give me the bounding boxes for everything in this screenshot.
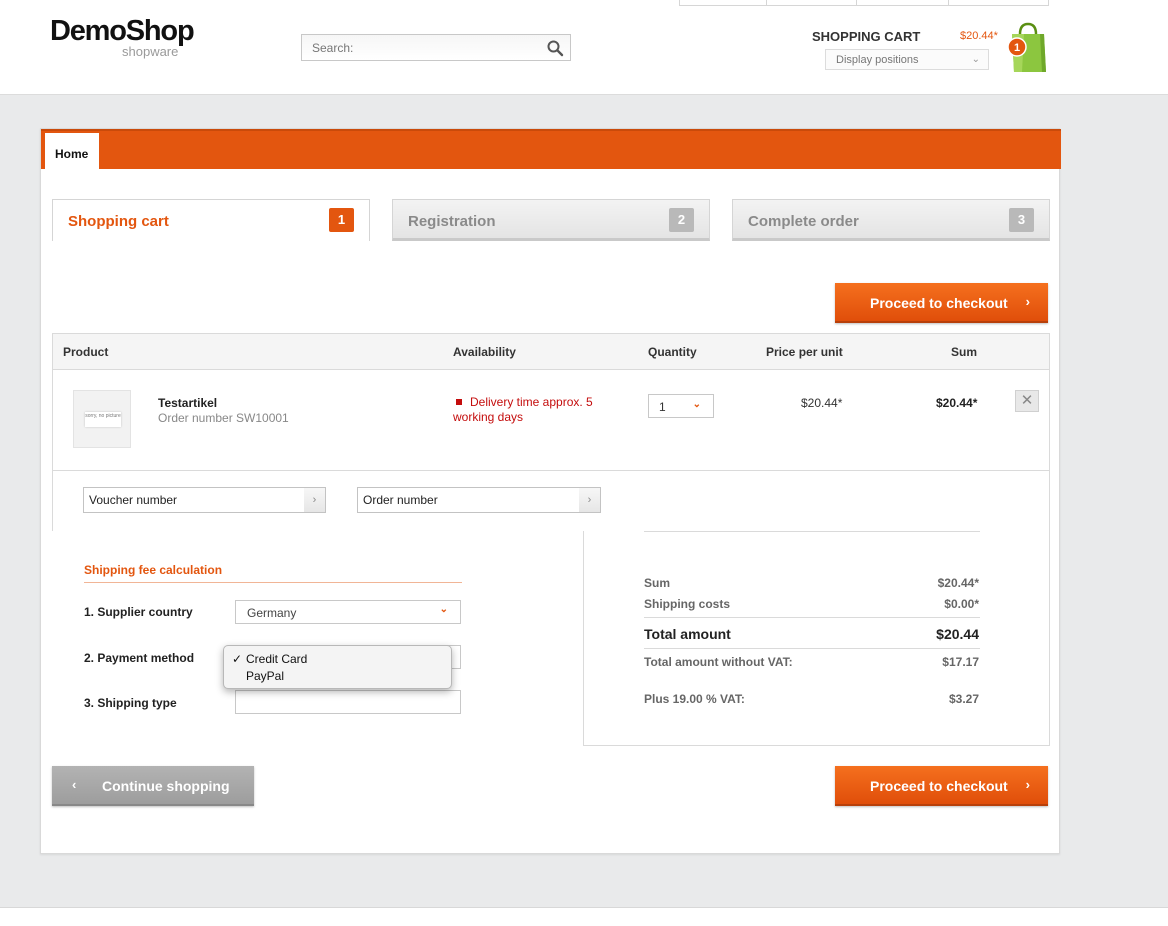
sum-value: $20.44* <box>937 576 979 590</box>
table-header: Product Availability Quantity Price per … <box>53 334 1049 370</box>
shipping-title: Shipping fee calculation <box>84 563 462 583</box>
step-label: Complete order <box>748 213 859 230</box>
payment-option-paypal[interactable]: PayPal <box>246 669 284 683</box>
divider <box>644 617 980 618</box>
no-picture-label: sorry, no picture <box>85 412 121 427</box>
logo-text: DemoShop <box>50 15 195 47</box>
supplier-country-select[interactable]: Germany ⌄ <box>235 600 461 624</box>
total-amount-value: $20.44 <box>936 626 979 642</box>
search-input[interactable] <box>302 35 532 60</box>
unit-price: $20.44* <box>801 396 843 410</box>
checkout-panel: Home Shopping cart 1 Registration 2 Comp… <box>40 128 1061 854</box>
divider <box>644 648 980 649</box>
availability-text: Delivery time approx. 5 working days <box>453 395 593 424</box>
nav-home[interactable]: Home <box>45 133 99 171</box>
payment-option-credit-card[interactable]: Credit Card <box>246 652 307 666</box>
proceed-to-checkout-button[interactable]: Proceed to checkout › <box>835 283 1048 323</box>
button-label: Continue shopping <box>102 778 230 794</box>
availability-status: Delivery time approx. 5 working days <box>453 395 623 425</box>
step-shopping-cart[interactable]: Shopping cart 1 <box>52 199 370 241</box>
step-number: 2 <box>669 208 694 232</box>
column-header-price: Price per unit <box>766 345 843 359</box>
proceed-to-checkout-button-bottom[interactable]: Proceed to checkout › <box>835 766 1048 806</box>
cart-amount: $20.44* <box>960 30 998 42</box>
status-square-icon <box>456 399 462 406</box>
chevron-left-icon: ‹ <box>72 777 77 792</box>
total-without-vat-label: Total amount without VAT: <box>644 655 793 669</box>
chevron-right-icon: › <box>1025 777 1030 792</box>
total-without-vat-value: $17.17 <box>942 655 979 669</box>
cart-table: Product Availability Quantity Price per … <box>52 333 1050 531</box>
button-label: Proceed to checkout <box>870 295 1008 311</box>
shipping-calculation: Shipping fee calculation 1. Supplier cou… <box>52 531 584 746</box>
voucher-input[interactable] <box>84 488 305 512</box>
voucher-field: › <box>83 487 326 513</box>
main-navigation: Home <box>41 129 1061 171</box>
total-amount-label: Total amount <box>644 626 731 642</box>
display-positions-dropdown[interactable]: Display positions ⌄ <box>825 49 989 70</box>
step-complete-order[interactable]: Complete order 3 <box>732 199 1050 241</box>
payment-method-label: 2. Payment method <box>84 651 195 665</box>
step-label: Shopping cart <box>68 213 169 230</box>
chevron-down-icon: ⌄ <box>971 54 980 65</box>
chevron-right-icon: › <box>1025 294 1030 309</box>
button-label: Proceed to checkout <box>870 778 1008 794</box>
footer-divider <box>0 907 1168 908</box>
order-number-field: › <box>357 487 601 513</box>
quantity-select[interactable]: 1 ⌄ <box>648 394 714 418</box>
column-header-availability: Availability <box>453 345 516 359</box>
top-service-bar <box>679 0 1049 6</box>
order-number-submit-button[interactable]: › <box>579 488 600 512</box>
search-icon[interactable] <box>546 39 564 57</box>
column-header-product: Product <box>63 345 109 359</box>
remove-item-button[interactable]: ✕ <box>1015 390 1039 412</box>
cart-count-badge: 1 <box>1014 42 1020 54</box>
quantity-value: 1 <box>659 400 666 414</box>
divider <box>644 531 980 532</box>
display-positions-label: Display positions <box>836 54 919 66</box>
continue-shopping-button[interactable]: ‹ Continue shopping <box>52 766 254 806</box>
logo-subtext: shopware <box>122 44 179 59</box>
order-totals: Sum $20.44* Shipping costs $0.00* Total … <box>583 531 1050 746</box>
shopping-bag-icon[interactable]: 1 <box>1004 20 1048 76</box>
step-label: Registration <box>408 213 496 230</box>
table-row: sorry, no picture Testartikel Order numb… <box>53 370 1049 471</box>
close-icon: ✕ <box>1020 392 1034 409</box>
chevron-down-icon: ⌄ <box>692 399 701 410</box>
product-order-number: Order number SW10001 <box>158 411 289 425</box>
product-image[interactable]: sorry, no picture <box>73 390 131 448</box>
product-name[interactable]: Testartikel <box>158 396 217 410</box>
cart-title[interactable]: SHOPPING CART <box>812 29 920 44</box>
logo[interactable]: DemoShop shopware <box>50 14 195 59</box>
order-number-input[interactable] <box>358 488 580 512</box>
search-box <box>301 34 571 61</box>
voucher-submit-button[interactable]: › <box>304 488 325 512</box>
vat-label: Plus 19.00 % VAT: <box>644 692 745 706</box>
shipping-costs-value: $0.00* <box>944 597 979 611</box>
step-number: 3 <box>1009 208 1034 232</box>
sum-label: Sum <box>644 576 671 590</box>
site-header: DemoShop shopware SHOPPING CART $20.44* … <box>0 0 1168 95</box>
shipping-type-label: 3. Shipping type <box>84 696 177 710</box>
payment-method-dropdown: ✓ Credit Card PayPal <box>223 645 452 689</box>
step-number: 1 <box>329 208 354 232</box>
shipping-type-select[interactable] <box>235 690 461 714</box>
row-sum: $20.44* <box>936 396 978 410</box>
chevron-down-icon: ⌄ <box>439 604 448 615</box>
column-header-sum: Sum <box>951 345 978 359</box>
checkmark-icon: ✓ <box>232 652 243 666</box>
vat-value: $3.27 <box>948 692 979 706</box>
step-registration[interactable]: Registration 2 <box>392 199 710 241</box>
supplier-country-label: 1. Supplier country <box>84 605 193 619</box>
column-header-quantity: Quantity <box>648 345 697 359</box>
shipping-costs-label: Shipping costs <box>644 597 731 611</box>
supplier-country-value: Germany <box>247 606 297 620</box>
